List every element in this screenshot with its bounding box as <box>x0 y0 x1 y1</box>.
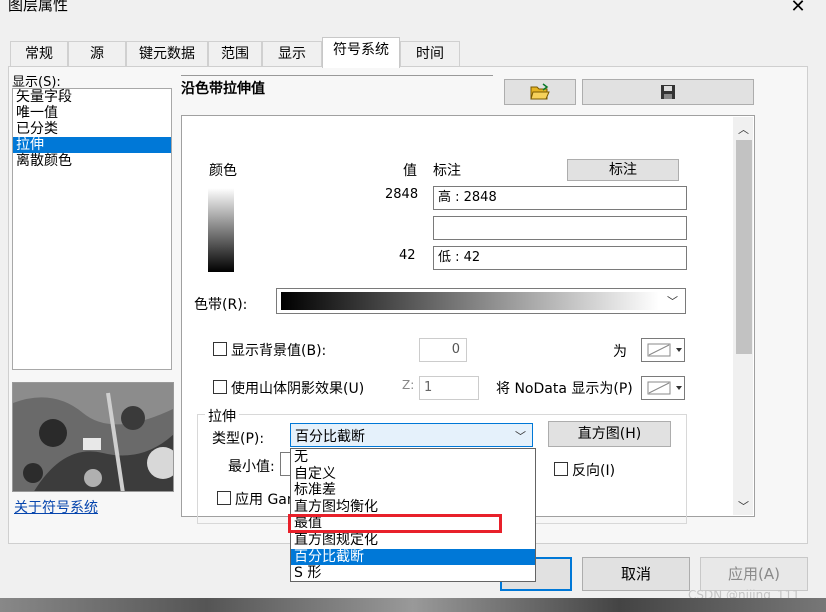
renderer-discrete-color[interactable]: 离散颜色 <box>13 153 171 169</box>
save-style-button[interactable] <box>582 79 754 105</box>
hillshade-label: 使用山体阴影效果(U) <box>231 381 365 397</box>
label-button[interactable]: 标注 <box>567 159 679 181</box>
scrollbar-thumb[interactable] <box>736 140 752 354</box>
renderer-heading: 沿色带拉伸值 <box>181 81 265 97</box>
middle-label-field[interactable] <box>433 216 687 240</box>
scroll-up-icon[interactable]: ︿ <box>738 121 749 137</box>
gamma-checkbox[interactable] <box>217 491 231 505</box>
tab-general[interactable]: 常规 <box>10 41 68 67</box>
stretch-type-label: 类型(P): <box>212 431 265 447</box>
color-gradient-swatch <box>208 188 234 272</box>
label-column-label: 标注 <box>433 163 461 179</box>
min-value-label: 最小值: <box>228 459 275 475</box>
cancel-button[interactable]: 取消 <box>582 557 690 591</box>
open-style-button[interactable] <box>504 79 576 105</box>
color-ramp-gradient <box>281 292 659 310</box>
invert-checkbox[interactable] <box>554 462 568 476</box>
color-ramp-select[interactable]: ﹀ <box>276 288 686 314</box>
value-column-label: 值 <box>403 163 417 179</box>
renderer-stretched[interactable]: 拉伸 <box>13 137 171 153</box>
z-factor-field[interactable]: 1 <box>419 376 479 400</box>
scroll-down-icon[interactable]: ﹀ <box>738 498 749 514</box>
tab-strip: 常规 源 键元数据 范围 显示 符号系统 时间 <box>8 37 808 68</box>
invert-label: 反向(I) <box>572 463 616 479</box>
hillshade-checkbox[interactable] <box>213 380 227 394</box>
nodata-label: 将 NoData 显示为(P) <box>496 381 633 397</box>
stretch-option-percent-clip[interactable]: 百分比截断 <box>291 548 535 566</box>
show-background-checkbox[interactable] <box>213 342 227 356</box>
high-label-field[interactable]: 高 : 2848 <box>433 186 687 210</box>
folder-open-icon <box>529 83 551 105</box>
high-value: 2848 <box>385 187 419 202</box>
tab-extent[interactable]: 范围 <box>208 41 262 67</box>
background-image-strip <box>0 598 826 612</box>
symbology-preview-image <box>12 382 174 492</box>
heading-divider <box>181 75 493 76</box>
nodata-color-picker[interactable] <box>641 376 685 400</box>
apply-button[interactable]: 应用(A) <box>700 557 808 591</box>
stretch-group-label: 拉伸 <box>205 406 239 426</box>
color-column-label: 颜色 <box>209 163 237 179</box>
renderer-vector-field[interactable]: 矢量字段 <box>13 89 171 105</box>
save-disk-icon <box>659 85 677 105</box>
low-value: 42 <box>399 248 416 263</box>
show-background-label: 显示背景值(B): <box>231 343 327 359</box>
stretch-type-select[interactable]: 百分比截断 ﹀ <box>290 423 533 447</box>
renderer-classified[interactable]: 已分类 <box>13 121 171 137</box>
stretch-option-none[interactable]: 无 <box>291 449 535 466</box>
background-as-label: 为 <box>613 344 627 360</box>
tab-display[interactable]: 显示 <box>262 41 322 67</box>
stretch-option-sigmoid[interactable]: S 形 <box>291 565 535 582</box>
z-factor-label: Z: <box>402 378 415 392</box>
about-symbology-link[interactable]: 关于符号系统 <box>14 497 98 517</box>
tab-time[interactable]: 时间 <box>400 41 460 67</box>
window-title: 图层属性 <box>8 0 69 14</box>
renderer-list[interactable]: 矢量字段 唯一值 已分类 拉伸 离散颜色 <box>12 88 172 370</box>
renderer-unique-values[interactable]: 唯一值 <box>13 105 171 121</box>
highlight-annotation-box <box>288 514 502 533</box>
tab-source[interactable]: 源 <box>68 41 126 67</box>
stretch-type-value: 百分比截断 <box>295 429 365 445</box>
color-ramp-label: 色带(R): <box>194 297 248 313</box>
low-label-field[interactable]: 低 : 42 <box>433 246 687 270</box>
histogram-button[interactable]: 直方图(H) <box>548 421 671 447</box>
stretch-option-standard-deviation[interactable]: 标准差 <box>291 482 535 499</box>
tab-symbology[interactable]: 符号系统 <box>322 37 400 68</box>
background-value-field[interactable]: 0 <box>419 338 467 362</box>
chevron-down-icon: ﹀ <box>515 430 526 443</box>
close-icon[interactable]: ✕ <box>786 0 810 17</box>
tab-key-metadata[interactable]: 键元数据 <box>126 41 208 67</box>
background-color-picker[interactable] <box>641 338 685 362</box>
stretch-option-custom[interactable]: 自定义 <box>291 466 535 483</box>
stretch-option-histogram-equalize[interactable]: 直方图均衡化 <box>291 499 535 516</box>
chevron-down-icon: ﹀ <box>667 295 678 308</box>
stretch-option-histogram-specification[interactable]: 直方图规定化 <box>291 532 535 549</box>
